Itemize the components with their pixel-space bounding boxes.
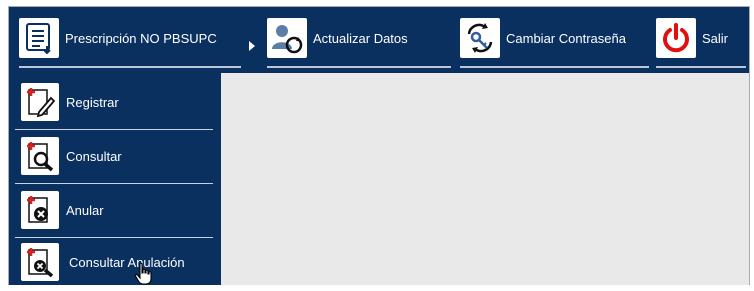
- submenu-item-label: Consultar: [66, 148, 122, 164]
- document-list-icon: [19, 18, 59, 58]
- submenu-item-label: Registrar: [66, 94, 119, 110]
- submenu-item-label: Consultar Anulación: [69, 254, 185, 270]
- menu-actualizar-label: Actualizar Datos: [313, 30, 408, 46]
- submenu-divider: [15, 183, 213, 184]
- menu-salir[interactable]: Salir: [656, 14, 728, 62]
- document-search-icon: [21, 137, 59, 175]
- menu-salir-label: Salir: [702, 30, 729, 46]
- menu-cambiar-label: Cambiar Contraseña: [506, 30, 626, 46]
- submenu-item-consultar[interactable]: Consultar: [15, 131, 213, 181]
- submenu-item-consultar-anulacion[interactable]: Consultar Anulación: [15, 239, 213, 285]
- document-cancel-search-icon: [21, 243, 59, 281]
- power-icon: [656, 18, 696, 58]
- menu-prescripcion[interactable]: Prescripción NO PBSUPC: [19, 14, 217, 62]
- submenu-arrow-icon: [249, 41, 255, 51]
- content-area: [221, 73, 749, 285]
- hand-cursor-icon: [134, 262, 154, 291]
- document-cancel-icon: [21, 191, 59, 229]
- menu-underline: [19, 66, 241, 68]
- menu-underline: [656, 66, 746, 68]
- menu-underline: [267, 66, 451, 68]
- submenu-divider: [15, 237, 213, 238]
- prescripcion-submenu: Registrar Consultar Anular Consultar Anu…: [9, 73, 221, 285]
- menu-underline: [460, 66, 649, 68]
- submenu-divider: [15, 129, 213, 130]
- submenu-item-registrar[interactable]: Registrar: [15, 77, 213, 127]
- user-refresh-icon: [267, 18, 307, 58]
- submenu-item-label: Anular: [66, 202, 104, 218]
- submenu-item-anular[interactable]: Anular: [15, 185, 213, 235]
- menu-cambiar-contrasena[interactable]: Cambiar Contraseña: [460, 14, 626, 62]
- menu-actualizar-datos[interactable]: Actualizar Datos: [267, 14, 408, 62]
- app-frame: Prescripción NO PBSUPC Actualizar Datos: [8, 6, 750, 285]
- menu-prescripcion-label: Prescripción NO PBSUPC: [65, 30, 217, 46]
- main-menu-bar: Prescripción NO PBSUPC Actualizar Datos: [9, 7, 749, 73]
- key-refresh-icon: [460, 18, 500, 58]
- document-edit-icon: [21, 83, 59, 121]
